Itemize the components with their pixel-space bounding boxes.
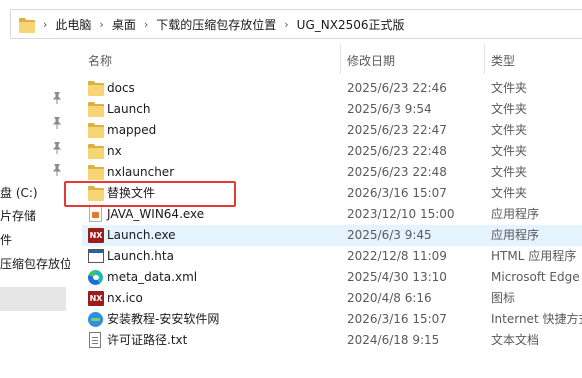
pin-icon[interactable] [52, 117, 62, 129]
column-header-type[interactable]: 类型 [491, 52, 515, 69]
file-date: 2023/12/10 15:00 [347, 207, 455, 221]
folder-icon [88, 165, 104, 180]
pin-icon[interactable] [52, 164, 62, 176]
pin-icon[interactable] [52, 142, 62, 154]
nav-item-archive-folder[interactable]: 压缩包存放位 [0, 253, 70, 275]
file-type: 文件夹 [491, 144, 528, 158]
breadcrumb-desktop[interactable]: 桌面 [112, 16, 136, 33]
file-type: 文件夹 [491, 81, 528, 95]
file-date: 2022/12/8 11:09 [347, 249, 447, 263]
column-header-date[interactable]: 修改日期 [347, 52, 395, 69]
nav-item-storage[interactable]: 片存储 [0, 205, 36, 227]
file-type: Internet 快捷方式 [491, 312, 582, 326]
file-date: 2025/6/23 22:47 [347, 123, 447, 137]
file-row[interactable]: 安装教程-安安软件网 2026/3/16 15:07 Internet 快捷方式 [82, 309, 582, 330]
file-type: 文件夹 [491, 102, 528, 116]
column-header-name[interactable]: 名称 [88, 52, 112, 69]
address-bar[interactable]: › 此电脑 › 桌面 › 下载的压缩包存放位置 › UG_NX2506正式版 [10, 9, 582, 39]
file-row[interactable]: mapped 2025/6/23 22:47 文件夹 [82, 120, 582, 141]
nav-item-files[interactable]: 件 [0, 229, 12, 251]
file-row[interactable]: JAVA_WIN64.exe 2023/12/10 15:00 应用程序 [82, 204, 582, 225]
file-name: 许可证路径.txt [107, 333, 188, 347]
file-name: nxlauncher [107, 165, 175, 179]
file-type: 文件夹 [491, 165, 528, 179]
file-type: HTML 应用程序 [491, 249, 577, 263]
highlight-box [64, 181, 236, 207]
file-row[interactable]: NX nx.ico 2020/4/8 6:16 图标 [82, 288, 582, 309]
text-file-icon [89, 332, 101, 348]
file-name: meta_data.xml [107, 270, 198, 284]
file-type: 文件夹 [491, 186, 528, 200]
folder-icon [88, 123, 104, 138]
pin-icon[interactable] [52, 92, 62, 104]
file-row[interactable]: nx 2025/6/23 22:48 文件夹 [82, 141, 582, 162]
nx-icon: NX [88, 291, 104, 306]
file-row[interactable]: Launch.hta 2022/12/8 11:09 HTML 应用程序 [82, 246, 582, 267]
file-name: Launch.exe [107, 228, 176, 242]
breadcrumb-downloads-folder[interactable]: 下载的压缩包存放位置 [156, 16, 276, 33]
file-name: 安装教程-安安软件网 [107, 312, 220, 326]
edge-icon [88, 270, 103, 285]
chevron-right-icon[interactable]: › [43, 18, 47, 31]
file-date: 2025/4/30 13:10 [347, 270, 447, 284]
file-date: 2026/3/16 15:07 [347, 312, 447, 326]
file-date: 2024/6/18 9:15 [347, 333, 440, 347]
file-row[interactable]: 许可证路径.txt 2024/6/18 9:15 文本文档 [82, 330, 582, 351]
folder-icon [19, 18, 35, 33]
file-date: 2025/6/3 9:45 [347, 228, 432, 242]
nav-item-selected[interactable] [0, 287, 66, 311]
file-name: nx [107, 144, 122, 158]
column-divider[interactable] [340, 44, 341, 74]
breadcrumb-current-folder[interactable]: UG_NX2506正式版 [297, 16, 405, 33]
file-date: 2025/6/23 22:48 [347, 165, 447, 179]
file-name: Launch.hta [107, 249, 174, 263]
java-exe-icon [89, 206, 102, 222]
chevron-right-icon[interactable]: › [99, 18, 103, 31]
file-type: 图标 [491, 291, 516, 305]
breadcrumb-this-pc[interactable]: 此电脑 [55, 16, 91, 33]
file-name: docs [107, 81, 135, 95]
file-date: 2025/6/3 9:54 [347, 102, 432, 116]
hta-icon [88, 249, 104, 263]
file-type: 应用程序 [491, 228, 540, 242]
file-name: JAVA_WIN64.exe [107, 207, 205, 221]
column-divider[interactable] [484, 44, 485, 74]
file-row[interactable]: nxlauncher 2025/6/23 22:48 文件夹 [82, 162, 582, 183]
file-type: Microsoft Edge [491, 270, 580, 284]
navigation-pane: 盘 (C:) 片存储 件 压缩包存放位 [0, 40, 70, 378]
nx-icon: NX [88, 228, 104, 243]
internet-shortcut-icon [88, 312, 103, 327]
file-date: 2025/6/23 22:48 [347, 144, 447, 158]
chevron-right-icon[interactable]: › [284, 18, 288, 31]
file-date: 2026/3/16 15:07 [347, 186, 447, 200]
file-name: mapped [107, 123, 157, 137]
file-type: 应用程序 [491, 207, 540, 221]
file-name: Launch [107, 102, 151, 116]
folder-icon [88, 144, 104, 159]
file-row[interactable]: NX Launch.exe 2025/6/3 9:45 应用程序 [82, 225, 582, 246]
file-row[interactable]: meta_data.xml 2025/4/30 13:10 Microsoft … [82, 267, 582, 288]
folder-icon [88, 81, 104, 96]
file-row[interactable]: docs 2025/6/23 22:46 文件夹 [82, 78, 582, 99]
file-name: nx.ico [107, 291, 143, 305]
file-date: 2025/6/23 22:46 [347, 81, 447, 95]
folder-icon [88, 102, 104, 117]
nav-item-drive-c[interactable]: 盘 (C:) [0, 182, 38, 204]
file-row[interactable]: Launch 2025/6/3 9:54 文件夹 [82, 99, 582, 120]
file-type: 文本文档 [491, 333, 540, 347]
file-type: 文件夹 [491, 123, 528, 137]
chevron-right-icon[interactable]: › [144, 18, 148, 31]
file-date: 2020/4/8 6:16 [347, 291, 432, 305]
